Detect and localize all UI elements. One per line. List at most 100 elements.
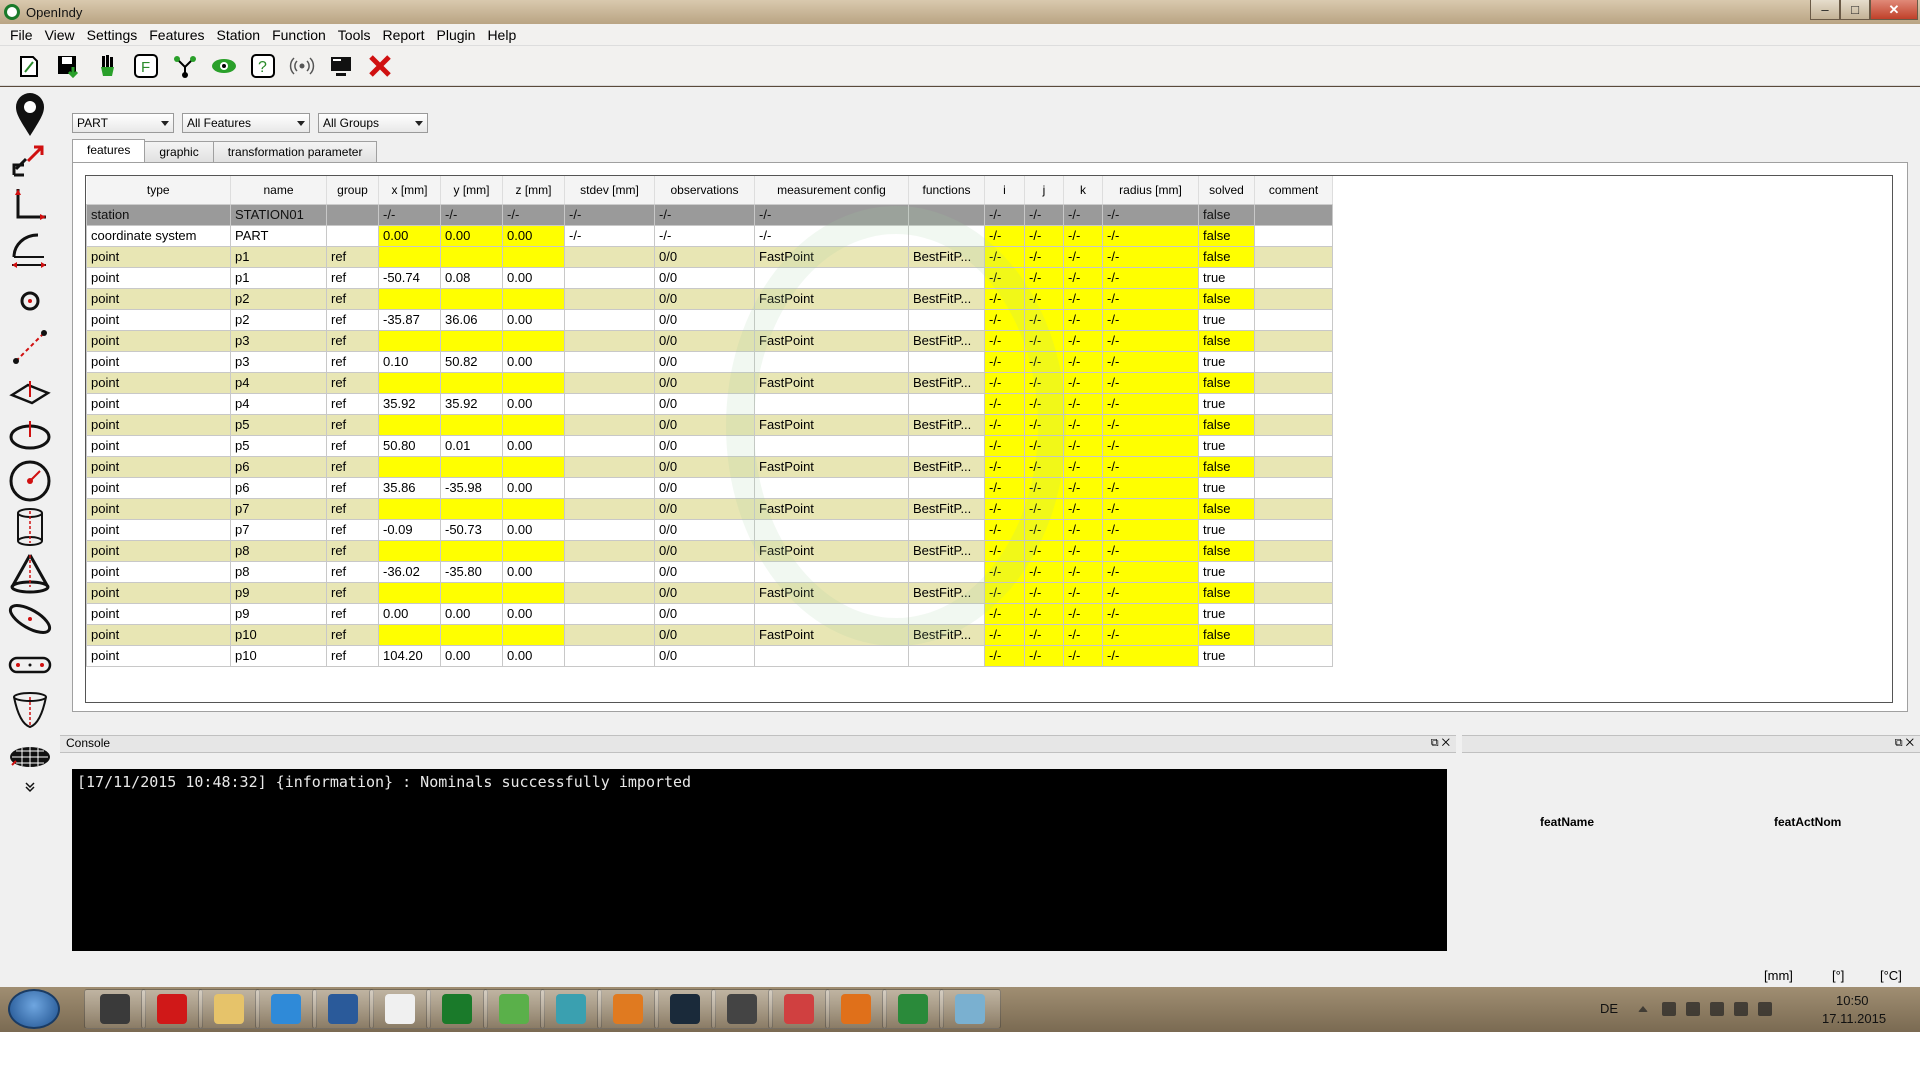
table-cell[interactable]: BestFitP... (908, 413, 985, 436)
table-cell[interactable] (378, 581, 441, 604)
column-header[interactable]: observations (654, 176, 755, 205)
table-cell[interactable]: -/- (984, 560, 1025, 583)
column-header[interactable]: name (230, 176, 327, 205)
delete-button[interactable] (365, 51, 395, 81)
table-cell[interactable]: false (1198, 581, 1255, 604)
table-cell[interactable]: -/- (1024, 602, 1064, 625)
table-cell[interactable]: 0.00 (502, 602, 565, 625)
table-cell[interactable]: 0.10 (378, 350, 441, 373)
table-cell[interactable]: -/- (1102, 518, 1199, 541)
table-cell[interactable]: -/- (1063, 518, 1103, 541)
table-cell[interactable]: p6 (230, 455, 327, 478)
table-cell[interactable]: true (1198, 392, 1255, 415)
table-cell[interactable]: -/- (984, 644, 1025, 667)
tab-features[interactable]: features (72, 139, 146, 163)
table-cell[interactable]: -/- (1024, 392, 1064, 415)
table-cell[interactable]: 0.00 (502, 518, 565, 541)
table-cell[interactable] (908, 644, 985, 667)
table-cell[interactable] (908, 434, 985, 457)
table-cell[interactable] (564, 308, 655, 331)
table-cell[interactable]: -/- (1063, 203, 1103, 226)
column-header[interactable]: solved (1198, 176, 1255, 205)
table-cell[interactable]: 0/0 (654, 455, 755, 478)
table-cell[interactable]: p10 (230, 644, 327, 667)
more-tools-button[interactable] (6, 777, 54, 797)
add-circle-button[interactable] (6, 411, 54, 459)
table-cell[interactable] (564, 539, 655, 562)
add-transformation-button[interactable] (6, 135, 54, 183)
column-header[interactable]: stdev [mm] (564, 176, 655, 205)
table-cell[interactable]: BestFitP... (908, 581, 985, 604)
table-cell[interactable] (378, 623, 441, 646)
view-button[interactable] (209, 51, 239, 81)
table-cell[interactable]: false (1198, 455, 1255, 478)
table-row[interactable]: point p3 ref 0.10 50.82 0.00 0/0 -/- -/- -/- -/- tr… (86, 350, 1333, 373)
table-cell[interactable]: -/- (564, 224, 655, 247)
table-cell[interactable]: false (1198, 287, 1255, 310)
table-cell[interactable]: ref (326, 350, 379, 373)
table-cell[interactable]: -/- (1063, 350, 1103, 373)
table-cell[interactable]: p9 (230, 581, 327, 604)
add-coordinate-system-button[interactable] (6, 181, 54, 229)
table-cell[interactable]: -/- (754, 224, 909, 247)
feature-filter-select[interactable]: All Features (182, 113, 310, 133)
add-plane-button[interactable] (6, 367, 54, 415)
table-cell[interactable]: point (86, 308, 231, 331)
thunderbird-app-button[interactable] (312, 989, 374, 1029)
table-cell[interactable]: -/- (984, 287, 1025, 310)
table-cell[interactable]: -/- (1102, 581, 1199, 604)
table-cell[interactable]: point (86, 497, 231, 520)
table-cell[interactable]: PART (230, 224, 327, 247)
table-cell[interactable] (502, 245, 565, 268)
table-cell[interactable]: -/- (1102, 623, 1199, 646)
table-row[interactable]: point p7 ref -0.09 -50.73 0.00 0/0 -/- -/- -/- -/-… (86, 518, 1333, 541)
table-cell[interactable]: 0.00 (502, 392, 565, 415)
table-cell[interactable] (1254, 350, 1333, 373)
table-cell[interactable]: 0.00 (502, 350, 565, 373)
table-cell[interactable] (1254, 203, 1333, 226)
table-cell[interactable]: -/- (1063, 623, 1103, 646)
table-cell[interactable]: -/- (984, 308, 1025, 331)
table-row[interactable]: point p5 ref 0/0 FastPoint BestFitP... -/- -/- -… (86, 413, 1333, 436)
table-cell[interactable]: -/- (984, 623, 1025, 646)
table-cell[interactable]: ref (326, 371, 379, 394)
coordinate-system-select[interactable]: PART (72, 113, 174, 133)
table-cell[interactable]: p7 (230, 518, 327, 541)
table-cell[interactable] (908, 203, 985, 226)
table-cell[interactable]: -/- (984, 434, 1025, 457)
table-cell[interactable]: -/- (1102, 539, 1199, 562)
table-cell[interactable]: 0.08 (440, 266, 503, 289)
language-indicator[interactable]: DE (1600, 1001, 1618, 1016)
column-header[interactable]: k (1063, 176, 1103, 205)
table-cell[interactable]: -/- (1063, 266, 1103, 289)
table-cell[interactable]: -/- (984, 245, 1025, 268)
table-cell[interactable]: coordinate system (86, 224, 231, 247)
table-cell[interactable]: point (86, 539, 231, 562)
table-cell[interactable]: -/- (1102, 434, 1199, 457)
table-cell[interactable]: FastPoint (754, 539, 909, 562)
table-cell[interactable]: p6 (230, 476, 327, 499)
table-cell[interactable] (564, 644, 655, 667)
table-cell[interactable]: ref (326, 623, 379, 646)
table-cell[interactable]: 0/0 (654, 392, 755, 415)
table-cell[interactable]: false (1198, 224, 1255, 247)
table-cell[interactable] (326, 203, 379, 226)
table-cell[interactable]: false (1198, 203, 1255, 226)
table-row[interactable]: point p2 ref 0/0 FastPoint BestFitP... -/- -/- -… (86, 287, 1333, 310)
table-cell[interactable]: -/- (754, 203, 909, 226)
angle-unit-label[interactable]: [°] (1832, 968, 1844, 983)
save-button[interactable] (53, 51, 83, 81)
table-cell[interactable] (1254, 308, 1333, 331)
table-cell[interactable]: false (1198, 497, 1255, 520)
table-cell[interactable]: ref (326, 518, 379, 541)
table-cell[interactable]: false (1198, 539, 1255, 562)
table-cell[interactable]: -/- (1024, 560, 1064, 583)
temperature-unit-label[interactable]: [°C] (1880, 968, 1902, 983)
table-cell[interactable]: ref (326, 539, 379, 562)
table-cell[interactable]: -/- (984, 497, 1025, 520)
table-cell[interactable]: point (86, 581, 231, 604)
table-row[interactable]: point p4 ref 35.92 35.92 0.00 0/0 -/- -/- -/- -/- t… (86, 392, 1333, 415)
table-cell[interactable] (1254, 455, 1333, 478)
signal-icon[interactable] (1734, 1002, 1748, 1016)
table-row[interactable]: point p8 ref 0/0 FastPoint BestFitP... -/- -/- -… (86, 539, 1333, 562)
